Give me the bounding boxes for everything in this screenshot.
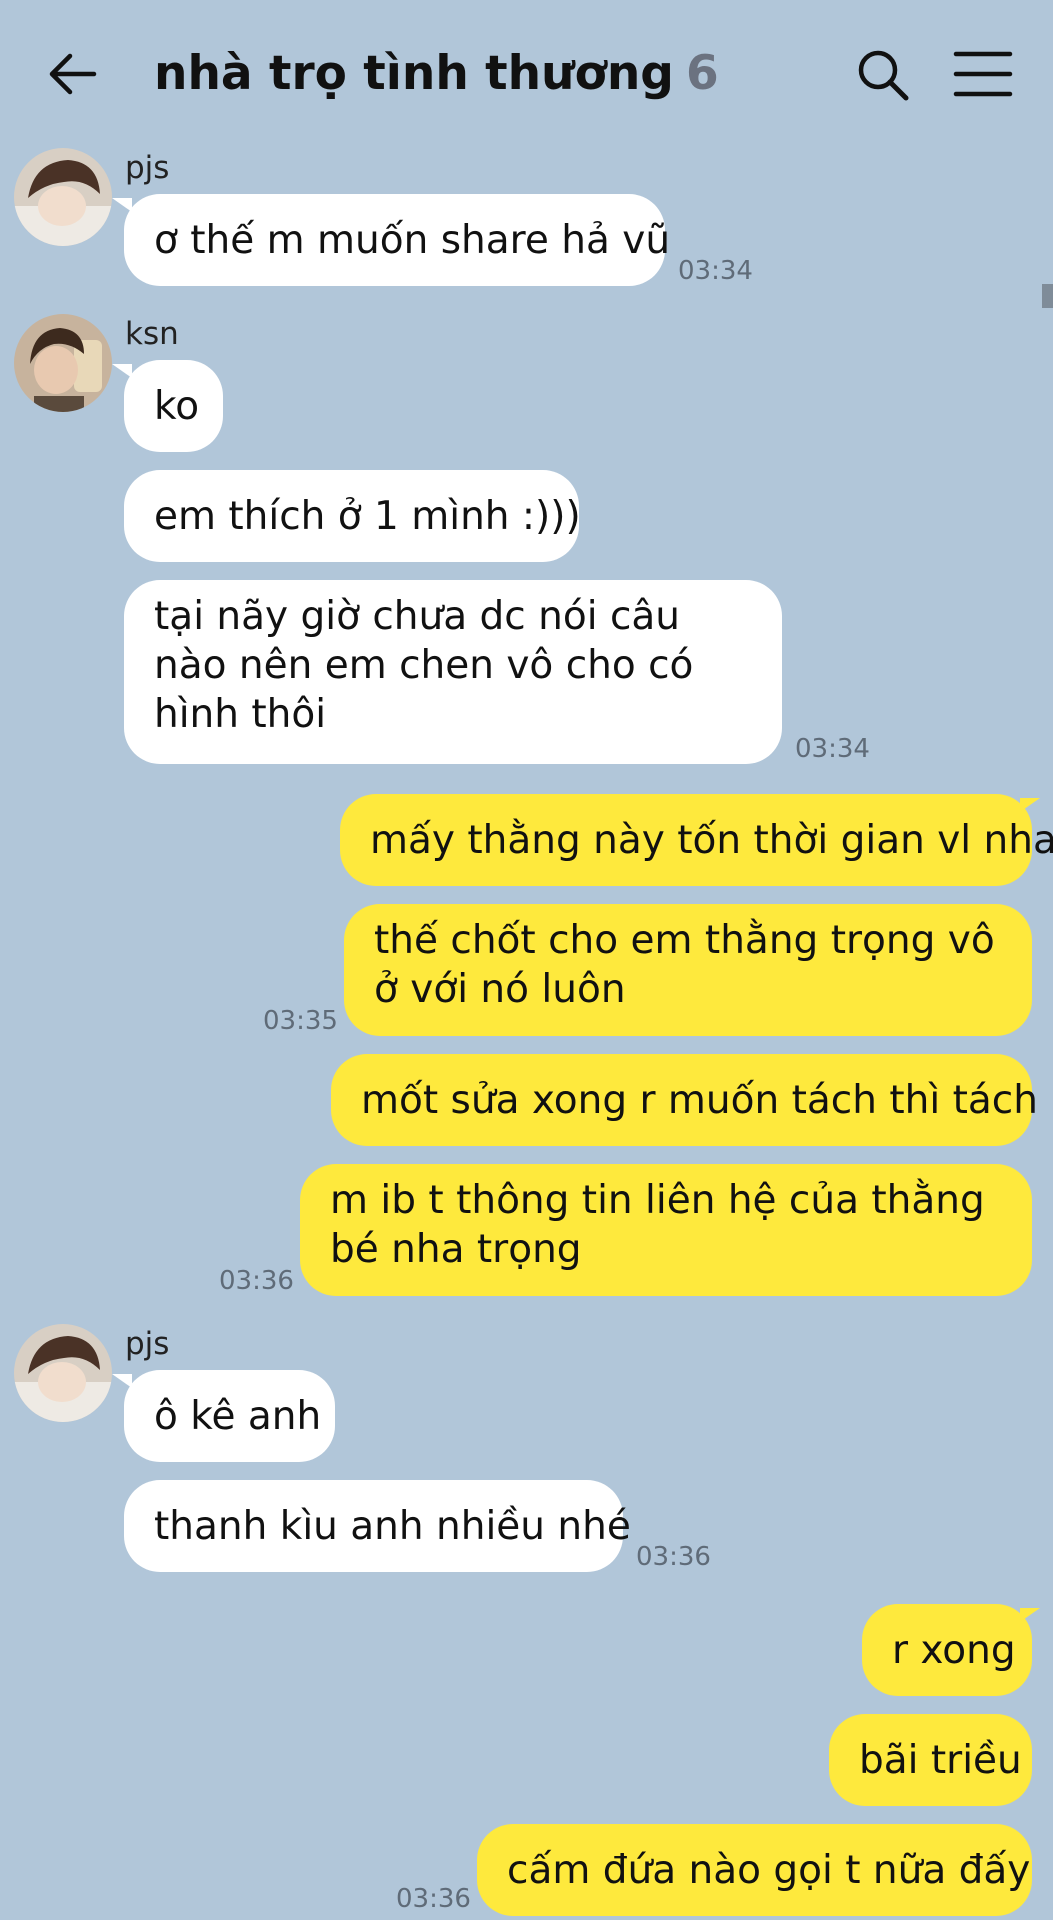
message-bubble[interactable]: tại nãy giờ chưa dc nói câu nào nên em c… bbox=[124, 580, 782, 764]
message-time: 03:36 bbox=[396, 1884, 471, 1914]
message-bubble[interactable]: ô kê anh bbox=[124, 1370, 335, 1462]
message-bubble[interactable]: thế chốt cho em thằng trọng vô ở với nó … bbox=[344, 904, 1032, 1036]
avatar[interactable] bbox=[14, 314, 112, 412]
message-bubble[interactable]: em thích ở 1 mình :))) bbox=[124, 470, 581, 562]
message-bubble[interactable]: mốt sửa xong r muốn tách thì tách bbox=[331, 1054, 1038, 1146]
message-time: 03:35 bbox=[263, 1006, 338, 1036]
avatar-photo-ksn bbox=[14, 314, 112, 412]
bubble-tail bbox=[1020, 1608, 1040, 1622]
message-bubble[interactable]: m ib t thông tin liên hệ của thằng bé nh… bbox=[300, 1164, 1032, 1296]
chat-title: nhà trọ tình thương 6 bbox=[154, 44, 719, 104]
message-time: 03:34 bbox=[795, 734, 870, 764]
chat-name: nhà trọ tình thương bbox=[154, 46, 674, 101]
scrollbar-thumb[interactable] bbox=[1042, 284, 1053, 308]
arrow-left-icon[interactable] bbox=[44, 44, 104, 104]
sender-name: pjs bbox=[125, 150, 170, 186]
chat-header: nhà trọ tình thương 6 bbox=[0, 0, 1053, 146]
avatar-photo-pjs bbox=[14, 1324, 112, 1422]
search-icon[interactable] bbox=[852, 44, 916, 108]
message-bubble[interactable]: ko bbox=[124, 360, 223, 452]
message-bubble[interactable]: thanh kìu anh nhiều nhé bbox=[124, 1480, 631, 1572]
message-bubble[interactable]: mấy thằng này tốn thời gian vl nha bbox=[340, 794, 1053, 886]
message-time: 03:36 bbox=[219, 1266, 294, 1296]
message-bubble[interactable]: r xong bbox=[862, 1604, 1032, 1696]
message-time: 03:34 bbox=[678, 256, 753, 286]
avatar[interactable] bbox=[14, 1324, 112, 1422]
avatar[interactable] bbox=[14, 148, 112, 246]
member-count: 6 bbox=[685, 46, 719, 101]
avatar-photo-pjs bbox=[14, 148, 112, 246]
message-bubble[interactable]: bãi triều bbox=[829, 1714, 1032, 1806]
bubble-tail bbox=[1020, 798, 1040, 812]
hamburger-menu-icon[interactable] bbox=[952, 44, 1014, 104]
sender-name: ksn bbox=[125, 316, 179, 352]
message-bubble[interactable]: ơ thế m muốn share hả vũ bbox=[124, 194, 670, 286]
sender-name: pjs bbox=[125, 1326, 170, 1362]
message-time: 03:36 bbox=[636, 1542, 711, 1572]
message-bubble[interactable]: cấm đứa nào gọi t nữa đấy bbox=[477, 1824, 1032, 1916]
